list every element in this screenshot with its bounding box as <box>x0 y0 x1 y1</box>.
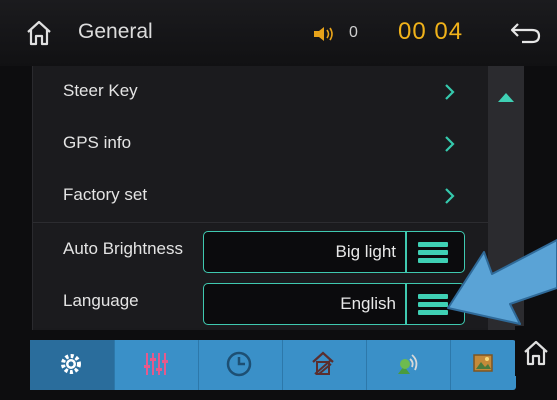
language-select[interactable]: English <box>203 283 465 325</box>
tab-picture[interactable] <box>450 340 516 390</box>
antenna-icon <box>398 354 418 374</box>
annotation-arrow <box>436 226 557 330</box>
home-icon[interactable] <box>24 18 54 48</box>
divider <box>405 232 407 272</box>
settings-row-steer-key[interactable]: Steer Key <box>33 66 489 119</box>
back-arrow-icon[interactable] <box>508 20 542 46</box>
triangle-up-icon[interactable] <box>496 90 516 104</box>
side-home-button[interactable] <box>515 326 557 376</box>
volume-level: 0 <box>349 24 358 41</box>
home-icon <box>524 340 548 366</box>
chevron-right-icon <box>443 186 457 206</box>
gear-icon <box>61 354 81 374</box>
row-label: GPS info <box>63 133 132 152</box>
tab-bar <box>30 340 516 390</box>
chevron-right-icon <box>443 134 457 154</box>
row-label: Steer Key <box>63 81 138 100</box>
picture-icon <box>473 354 493 372</box>
tab-equalizer[interactable] <box>114 340 199 390</box>
tab-antenna[interactable] <box>366 340 451 390</box>
chevron-right-icon <box>443 82 457 102</box>
row-label: Language <box>63 291 139 310</box>
equalizer-icon <box>144 353 168 375</box>
settings-list: Steer Key GPS info Factory set Auto Brig… <box>32 66 489 330</box>
tab-clock[interactable] <box>198 340 283 390</box>
auto-brightness-select[interactable]: Big light <box>203 231 465 273</box>
speaker-icon[interactable] <box>313 27 337 41</box>
tab-navigation[interactable] <box>282 340 367 390</box>
settings-row-factory-set[interactable]: Factory set <box>33 170 489 223</box>
page-title: General <box>78 20 153 43</box>
select-value: English <box>340 294 396 313</box>
settings-row-gps-info[interactable]: GPS info <box>33 118 489 171</box>
tab-settings[interactable] <box>30 340 115 390</box>
header-bar: General 0 00 04 <box>0 0 557 66</box>
select-value: Big light <box>335 242 396 261</box>
clock-icon <box>226 351 252 377</box>
row-label: Auto Brightness <box>63 239 184 258</box>
divider <box>405 284 407 324</box>
settings-row-auto-brightness: Auto Brightness Big light <box>33 224 489 277</box>
row-label: Factory set <box>63 185 148 204</box>
navigation-icon <box>312 351 334 375</box>
settings-row-language: Language English <box>33 276 489 328</box>
clock-display: 00 04 <box>398 18 464 45</box>
